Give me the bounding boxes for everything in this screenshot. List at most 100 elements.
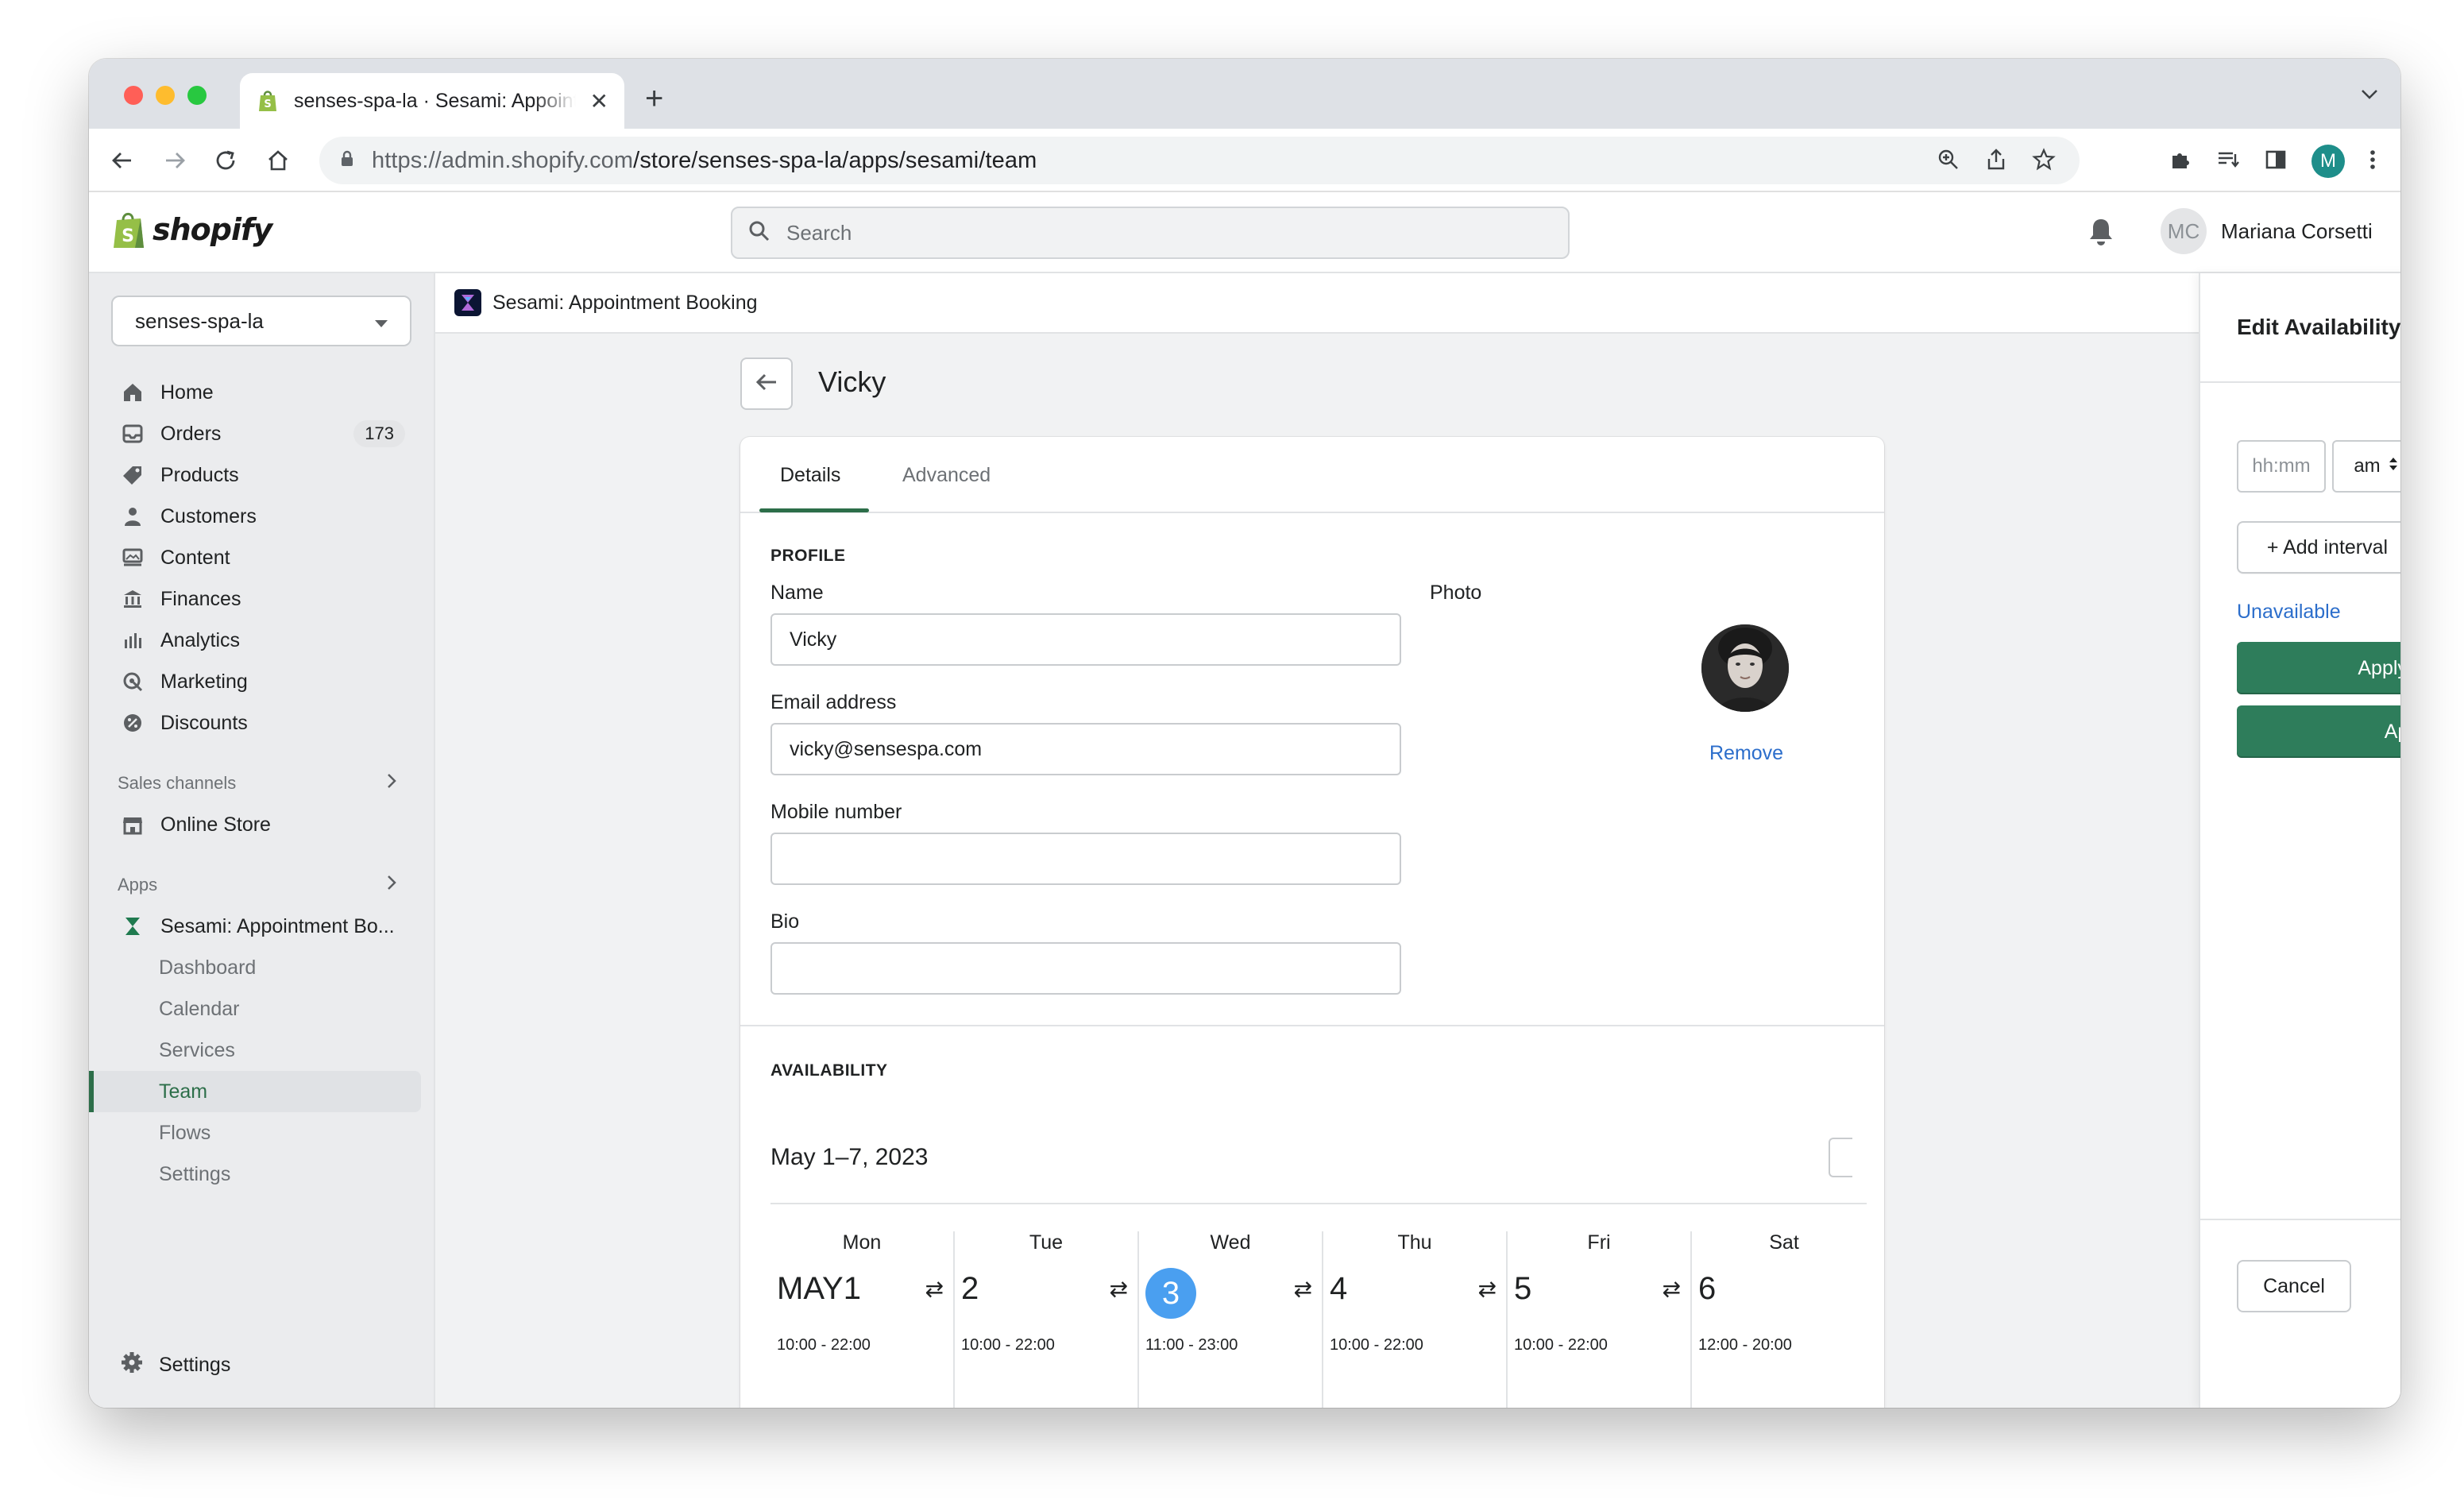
sidebar-item-products[interactable]: Products <box>89 454 434 496</box>
chevron-down-icon[interactable] <box>2361 89 2378 104</box>
minimize-window-button[interactable] <box>156 86 175 105</box>
swap-icon[interactable]: ⇄ <box>1663 1276 1681 1302</box>
week-nav-button[interactable] <box>1829 1138 1852 1177</box>
sidebar-subitem-services[interactable]: Services <box>89 1030 434 1071</box>
sidebar-item-finances[interactable]: Finances <box>89 578 434 620</box>
name-field[interactable]: Vicky <box>770 613 1401 666</box>
storefront-icon <box>121 813 145 837</box>
day-column-fri[interactable]: Fri 5 ⇄ 10:00 - 22:00 <box>1508 1231 1692 1408</box>
svg-text:S: S <box>122 226 134 246</box>
main-content: Sesami: Appointment Booking Vicky Detail… <box>435 273 2400 1408</box>
day-column-thu[interactable]: Thu 4 ⇄ 10:00 - 22:00 <box>1323 1231 1508 1408</box>
browser-tab[interactable]: S senses-spa-la · Sesami: Appointment Bo… <box>240 73 624 129</box>
tab-details[interactable]: Details <box>780 464 840 487</box>
forward-arrow-icon[interactable] <box>160 146 189 175</box>
sidebar-item-sesami[interactable]: Sesami: Appointment Bo... <box>89 906 434 947</box>
sidebar-subitem-calendar[interactable]: Calendar <box>89 988 434 1030</box>
maximize-window-button[interactable] <box>187 86 207 105</box>
active-tab-indicator <box>759 508 869 512</box>
close-window-button[interactable] <box>124 86 143 105</box>
sidebar-item-orders[interactable]: Orders 173 <box>89 413 434 454</box>
content-icon <box>121 546 145 570</box>
tab-advanced[interactable]: Advanced <box>902 464 991 487</box>
store-selector[interactable]: senses-spa-la <box>111 296 411 346</box>
start-ampm-select[interactable]: am <box>2332 440 2400 493</box>
back-button[interactable] <box>740 357 793 410</box>
email-field[interactable]: vicky@sensespa.com <box>770 723 1401 775</box>
close-tab-icon[interactable]: ✕ <box>590 88 608 114</box>
sidebar-item-online-store[interactable]: Online Store <box>89 804 434 845</box>
app-title-bar: Sesami: Appointment Booking <box>435 273 2400 334</box>
sidebar-subitem-settings[interactable]: Settings <box>89 1154 434 1195</box>
start-time-input[interactable]: hh:mm <box>2237 440 2326 493</box>
day-column-tue[interactable]: Tue 2 ⇄ 10:00 - 22:00 <box>955 1231 1139 1408</box>
cancel-button[interactable]: Cancel <box>2237 1260 2351 1312</box>
svg-text:S: S <box>264 99 271 110</box>
apply-to-date-button[interactable]: Apply to Sun May 07 2023 <box>2237 642 2400 694</box>
home-icon[interactable] <box>264 146 292 175</box>
sidebar-item-content[interactable]: Content <box>89 537 434 578</box>
user-menu[interactable]: MC Mariana Corsetti <box>2161 208 2373 254</box>
orders-icon <box>121 422 145 446</box>
sidebar-item-settings[interactable]: Settings <box>121 1351 230 1379</box>
user-name: Mariana Corsetti <box>2221 218 2373 243</box>
back-arrow-icon[interactable] <box>108 146 137 175</box>
hourglass-icon <box>121 914 145 938</box>
swap-icon[interactable]: ⇄ <box>1294 1276 1312 1302</box>
side-panel-icon[interactable] <box>2264 148 2288 176</box>
panel-footer-divider <box>2200 1219 2400 1220</box>
orders-count-badge: 173 <box>353 420 405 447</box>
address-bar[interactable]: https://admin.shopify.com/store/senses-s… <box>319 137 2080 184</box>
unavailable-link[interactable]: Unavailable <box>2237 601 2341 624</box>
apps-heading[interactable]: Apps <box>89 864 434 906</box>
sidebar-subitem-flows[interactable]: Flows <box>89 1112 434 1154</box>
reading-list-icon[interactable] <box>2216 148 2240 176</box>
section-divider <box>740 1025 1884 1026</box>
sidebar-item-discounts[interactable]: Discounts <box>89 702 434 744</box>
add-interval-button[interactable]: + Add interval <box>2237 521 2400 574</box>
home-icon <box>121 381 145 404</box>
shopify-logo[interactable]: S shopify <box>111 210 272 249</box>
sidebar-item-customers[interactable]: Customers <box>89 496 434 537</box>
arrow-left-icon <box>755 372 778 396</box>
reload-icon[interactable] <box>211 146 240 175</box>
sidebar-item-home[interactable]: Home <box>89 372 434 413</box>
search-input[interactable]: Search <box>731 207 1570 259</box>
day-column-sat[interactable]: Sat 6 12:00 - 20:00 <box>1692 1231 1876 1408</box>
swap-icon[interactable]: ⇄ <box>1478 1276 1497 1302</box>
zoom-icon[interactable] <box>1937 148 1960 176</box>
swap-icon[interactable]: ⇄ <box>925 1276 944 1302</box>
star-icon[interactable] <box>2032 148 2056 176</box>
bell-icon[interactable] <box>2087 216 2114 250</box>
name-label: Name <box>770 582 824 604</box>
sidebar-item-analytics[interactable]: Analytics <box>89 620 434 661</box>
chevron-right-icon <box>386 772 397 794</box>
app-title: Sesami: Appointment Booking <box>492 291 758 314</box>
sidebar-subitem-team[interactable]: Team <box>89 1071 421 1112</box>
caret-down-icon <box>375 309 388 334</box>
bio-field[interactable] <box>770 942 1401 995</box>
mobile-field[interactable] <box>770 833 1401 885</box>
sidebar: senses-spa-la Home Orders 173 Products C… <box>89 273 435 1408</box>
share-icon[interactable] <box>1984 148 2008 176</box>
bank-icon <box>121 587 145 611</box>
day-column-mon[interactable]: Mon MAY1 ⇄ 10:00 - 22:00 <box>770 1231 955 1408</box>
extensions-puzzle-icon[interactable] <box>2169 148 2192 176</box>
kebab-menu-icon[interactable] <box>2369 148 2377 176</box>
shopify-bag-icon: S <box>256 89 280 113</box>
search-placeholder: Search <box>786 220 852 245</box>
remove-photo-link[interactable]: Remove <box>1709 742 1783 765</box>
sidebar-subitem-dashboard[interactable]: Dashboard <box>89 947 434 988</box>
shopify-bag-icon: S <box>114 212 144 248</box>
url-text: https://admin.shopify.com/store/senses-s… <box>372 147 1037 173</box>
profile-avatar[interactable]: M <box>2311 145 2345 178</box>
lock-icon <box>340 150 354 172</box>
sales-channels-heading[interactable]: Sales channels <box>89 763 434 804</box>
apply-to-all-sundays-button[interactable]: Apply to all Sundays <box>2237 705 2400 758</box>
swap-icon[interactable]: ⇄ <box>1110 1276 1128 1302</box>
new-tab-button[interactable]: + <box>645 83 663 114</box>
sidebar-item-marketing[interactable]: Marketing <box>89 661 434 702</box>
day-column-wed[interactable]: Wed 3 ⇄ 11:00 - 23:00 <box>1139 1231 1323 1408</box>
admin-topbar: S shopify Search MC Mariana Corsetti <box>89 192 2400 273</box>
shopify-admin: S shopify Search MC Mariana Corsetti sen… <box>89 192 2400 1408</box>
